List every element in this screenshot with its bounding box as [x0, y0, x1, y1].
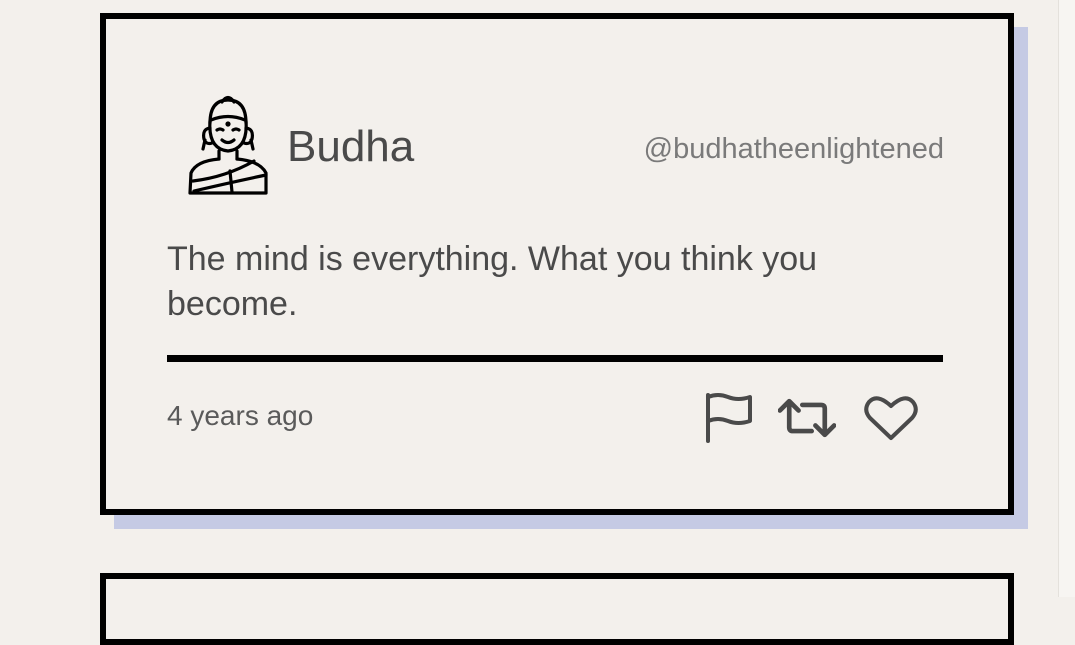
tweet-card: Budha @budhatheenlightened The mind is e… [100, 13, 1014, 515]
page-scrollbar[interactable] [1058, 0, 1075, 597]
flag-icon[interactable] [700, 389, 758, 447]
buddha-icon [186, 91, 270, 195]
divider [167, 355, 943, 362]
retweet-icon[interactable] [778, 389, 836, 447]
author-handle[interactable]: @budhatheenlightened [644, 135, 944, 164]
heart-icon[interactable] [862, 389, 920, 447]
timestamp: 4 years ago [167, 400, 314, 431]
next-tweet-card [100, 573, 1014, 645]
tweet-text: The mind is everything. What you think y… [167, 240, 818, 323]
author-name[interactable]: Budha [287, 125, 414, 169]
